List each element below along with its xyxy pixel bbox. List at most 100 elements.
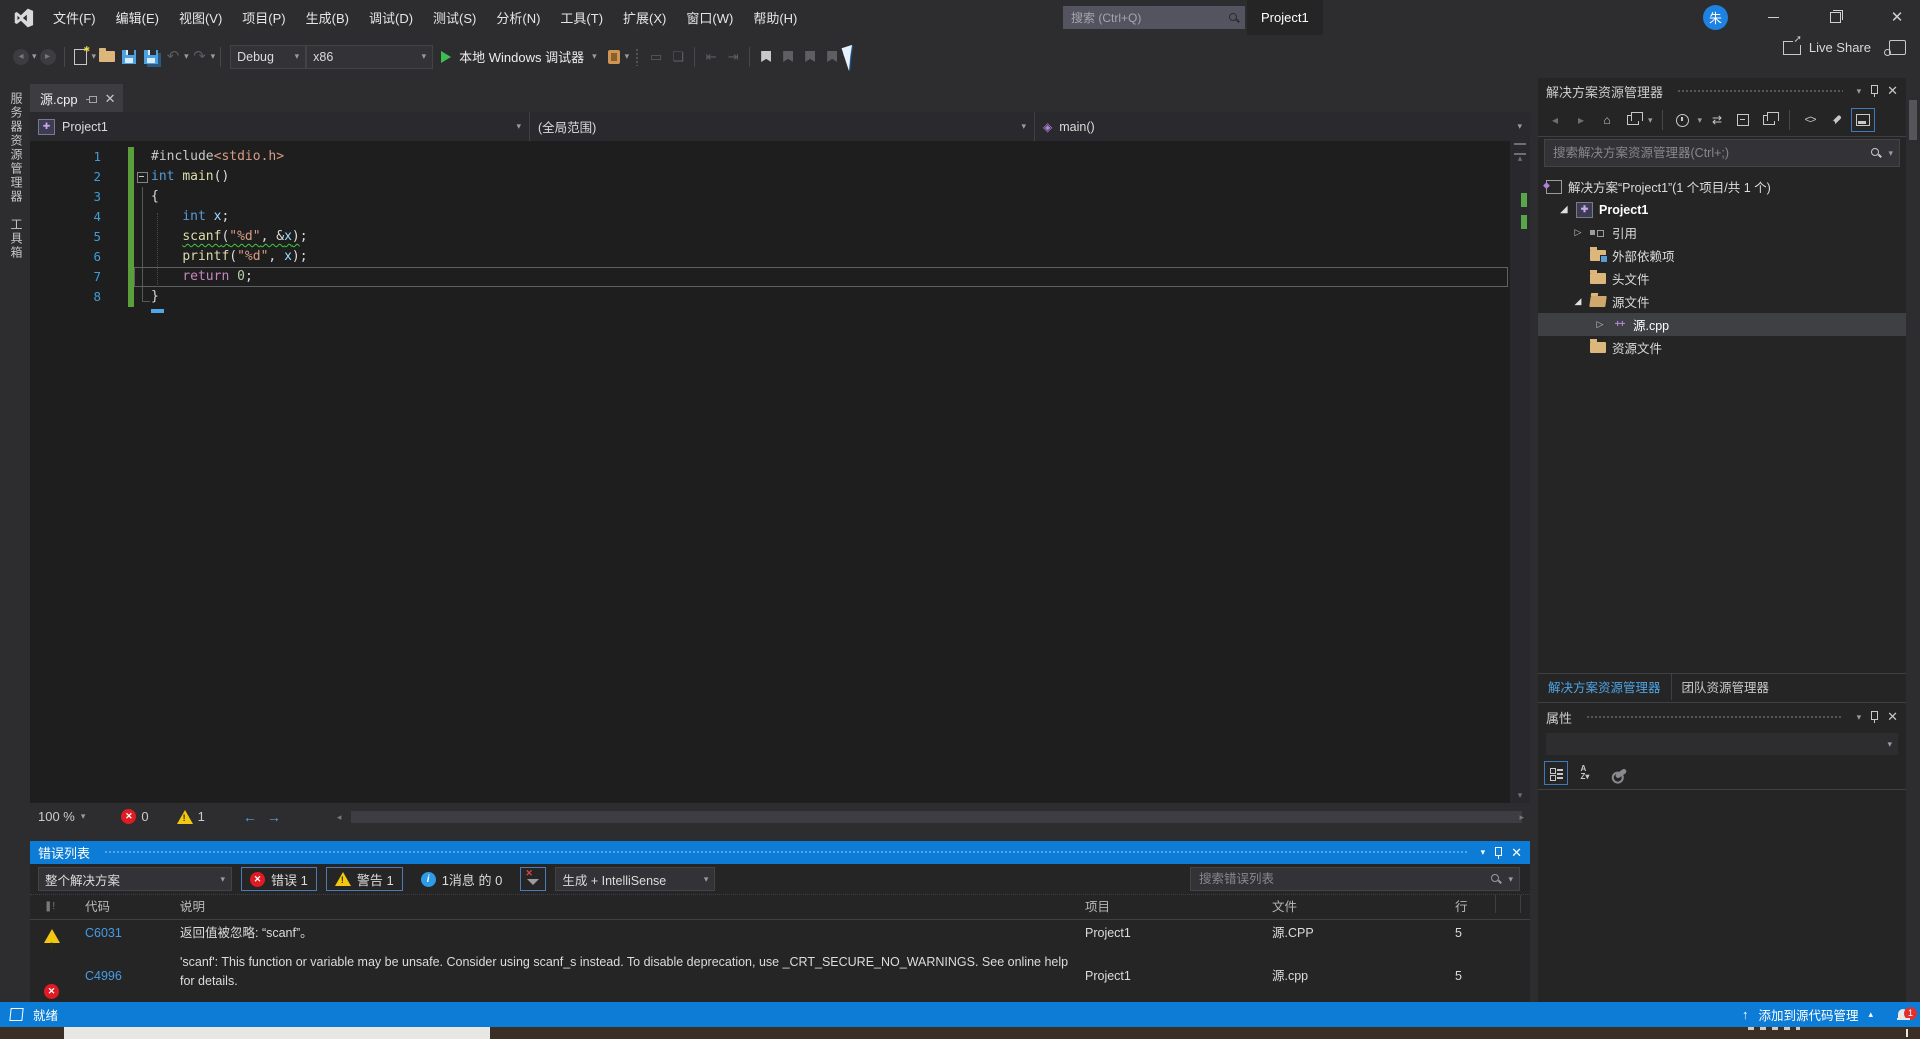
close-button[interactable]: ✕ <box>1874 0 1920 35</box>
toggle-bookmark-button[interactable] <box>755 45 777 69</box>
navigate-back-arrow[interactable]: ← <box>243 809 257 825</box>
previous-bookmark-button[interactable] <box>777 45 799 69</box>
messages-filter-toggle[interactable]: i1消息 的 0 <box>412 867 512 891</box>
chevron-down-icon[interactable]: ▾ <box>592 52 597 61</box>
find-in-files-button[interactable]: ▭ <box>645 45 667 69</box>
close-panel-icon[interactable]: ✕ <box>1887 709 1898 725</box>
menu-edit[interactable]: 编辑(E) <box>107 4 168 31</box>
configuration-dropdown[interactable]: Debug▾ <box>230 45 306 69</box>
menu-help[interactable]: 帮助(H) <box>744 4 806 31</box>
toolbar-grip[interactable] <box>635 48 639 66</box>
expander-collapsed-icon[interactable]: ▷ <box>1572 227 1584 238</box>
tab-team-explorer[interactable]: 团队资源管理器 <box>1672 673 1780 700</box>
nav-scope-dropdown[interactable]: (全局范围) ▾ <box>530 112 1035 141</box>
show-all-files-button[interactable] <box>1758 109 1780 131</box>
sidebar-tab-toolbox[interactable]: 工具箱 <box>8 218 25 260</box>
code-line[interactable]: 6 printf("%d", x); <box>30 247 1510 267</box>
attach-to-process-button[interactable] <box>603 45 625 69</box>
line-column-header[interactable]: 行 <box>1455 895 1500 919</box>
chevron-down-icon[interactable]: ▾ <box>1888 149 1893 158</box>
code-line[interactable]: 3{ <box>30 187 1510 207</box>
error-source-dropdown[interactable]: 生成 + IntelliSense▾ <box>555 867 715 891</box>
pin-icon[interactable] <box>1869 85 1879 97</box>
save-button[interactable] <box>118 45 140 69</box>
scroll-left-icon[interactable]: ◂ <box>337 811 342 823</box>
project-column-header[interactable]: 项目 <box>1085 895 1265 919</box>
next-bookmark-button[interactable] <box>799 45 821 69</box>
menu-file[interactable]: 文件(F) <box>44 4 105 31</box>
nav-member-dropdown[interactable]: ◈ main() ▾ <box>1035 112 1530 141</box>
error-row-c6031[interactable]: C6031 返回值被忽略: “scanf”。 Project1 源.CPP 5 <box>30 919 1530 948</box>
pin-icon[interactable] <box>86 93 97 104</box>
switch-views-button[interactable] <box>1622 109 1644 131</box>
fold-collapse-icon[interactable] <box>137 172 148 183</box>
increase-indent-button[interactable]: ⇥ <box>722 45 744 69</box>
property-pages-button[interactable] <box>1610 762 1632 784</box>
error-list-title-bar[interactable]: 错误列表 ▾ ✕ <box>30 841 1530 864</box>
tree-item-project1[interactable]: ◢ ✚ Project1 <box>1538 198 1906 221</box>
error-list-search-box[interactable]: ▾ <box>1190 867 1520 891</box>
scroll-right-icon[interactable]: ▸ <box>1519 811 1524 823</box>
window-position-icon[interactable]: ▾ <box>1481 848 1486 857</box>
clear-bookmarks-button[interactable] <box>821 45 843 69</box>
quick-search-input[interactable] <box>1069 10 1228 26</box>
editor-horizontal-scrollbar[interactable]: ◂ ▸ <box>351 811 1522 823</box>
menu-view[interactable]: 视图(V) <box>170 4 231 31</box>
tree-item-source-cpp[interactable]: ▷ ++ 源.cpp <box>1538 313 1906 336</box>
vertical-splitter[interactable] <box>1530 78 1538 1002</box>
pending-changes-filter-button[interactable] <box>1672 109 1694 131</box>
menu-test[interactable]: 测试(S) <box>424 4 485 31</box>
properties-title-bar[interactable]: 属性 ▾ ✕ <box>1538 702 1906 731</box>
code-line[interactable]: 4 int x; <box>30 207 1510 227</box>
nav-project-dropdown[interactable]: ✚ Project1 ▾ <box>30 112 530 141</box>
right-panel-scrollbar[interactable] <box>1906 78 1920 1002</box>
live-share-button[interactable]: Live Share <box>1783 40 1871 55</box>
home-button[interactable]: ⌂ <box>1596 109 1618 131</box>
properties-object-dropdown[interactable]: ▾ <box>1546 733 1898 755</box>
error-code-link[interactable]: C4996 <box>85 948 175 1004</box>
decrease-indent-button[interactable]: ⇤ <box>700 45 722 69</box>
menu-build[interactable]: 生成(B) <box>297 4 358 31</box>
scroll-down-icon[interactable]: ▾ <box>1510 790 1530 801</box>
back-button[interactable]: ◂ <box>1544 109 1566 131</box>
open-file-button[interactable] <box>96 45 118 69</box>
error-code-link[interactable]: C6031 <box>85 919 175 948</box>
errors-filter-toggle[interactable]: ✕错误 1 <box>241 867 317 891</box>
tree-item-source-files[interactable]: ◢ 源文件 <box>1538 290 1906 313</box>
forward-button[interactable]: ▸ <box>1570 109 1592 131</box>
collapse-all-button[interactable] <box>1732 109 1754 131</box>
code-line[interactable]: 8} <box>30 287 1510 307</box>
warnings-filter-toggle[interactable]: 警告 1 <box>326 867 403 891</box>
scroll-up-icon[interactable]: ▴ <box>1510 153 1530 164</box>
undo-button[interactable]: ↶ <box>162 45 184 69</box>
window-position-icon[interactable]: ▾ <box>1857 87 1862 96</box>
redo-button[interactable]: ↷ <box>189 45 211 69</box>
save-all-button[interactable] <box>140 45 162 69</box>
close-panel-icon[interactable]: ✕ <box>1511 845 1522 861</box>
menu-debug[interactable]: 调试(D) <box>360 4 422 31</box>
close-tab-icon[interactable]: ✕ <box>105 92 116 105</box>
code-line[interactable]: 2int main() <box>30 167 1510 187</box>
navigate-forward-arrow[interactable]: → <box>267 809 281 825</box>
code-line[interactable]: 7 return 0; <box>30 267 1510 287</box>
menu-window[interactable]: 窗口(W) <box>677 4 742 31</box>
editor-error-count[interactable]: ✕0 <box>121 809 148 824</box>
chevron-down-icon[interactable]: ▾ <box>211 52 216 61</box>
platform-dropdown[interactable]: x86▾ <box>306 45 433 69</box>
add-to-source-control-button[interactable]: 添加到源代码管理 <box>1758 1005 1858 1024</box>
severity-column-header[interactable]: ❚! <box>44 895 74 919</box>
filter-button[interactable] <box>520 867 546 891</box>
notifications-bell-icon[interactable]: 1 <box>1897 1009 1910 1021</box>
file-column-header[interactable]: 文件 <box>1272 895 1447 919</box>
quick-search-box[interactable] <box>1063 6 1245 29</box>
user-avatar[interactable]: 朱 <box>1703 5 1728 30</box>
minimize-button[interactable] <box>1750 0 1796 35</box>
start-debugging-button[interactable]: 本地 Windows 调试器 ▾ <box>441 47 597 66</box>
solution-explorer-title-bar[interactable]: 解决方案资源管理器 ▾ ✕ <box>1538 78 1906 104</box>
chevron-down-icon[interactable]: ▾ <box>1698 116 1703 125</box>
solution-explorer-search-box[interactable]: ▾ <box>1544 139 1900 167</box>
panel-splitter[interactable] <box>30 830 1530 841</box>
tab-solution-explorer[interactable]: 解决方案资源管理器 <box>1538 673 1672 700</box>
column-divider[interactable] <box>1495 895 1496 913</box>
new-project-button[interactable] <box>70 45 92 69</box>
